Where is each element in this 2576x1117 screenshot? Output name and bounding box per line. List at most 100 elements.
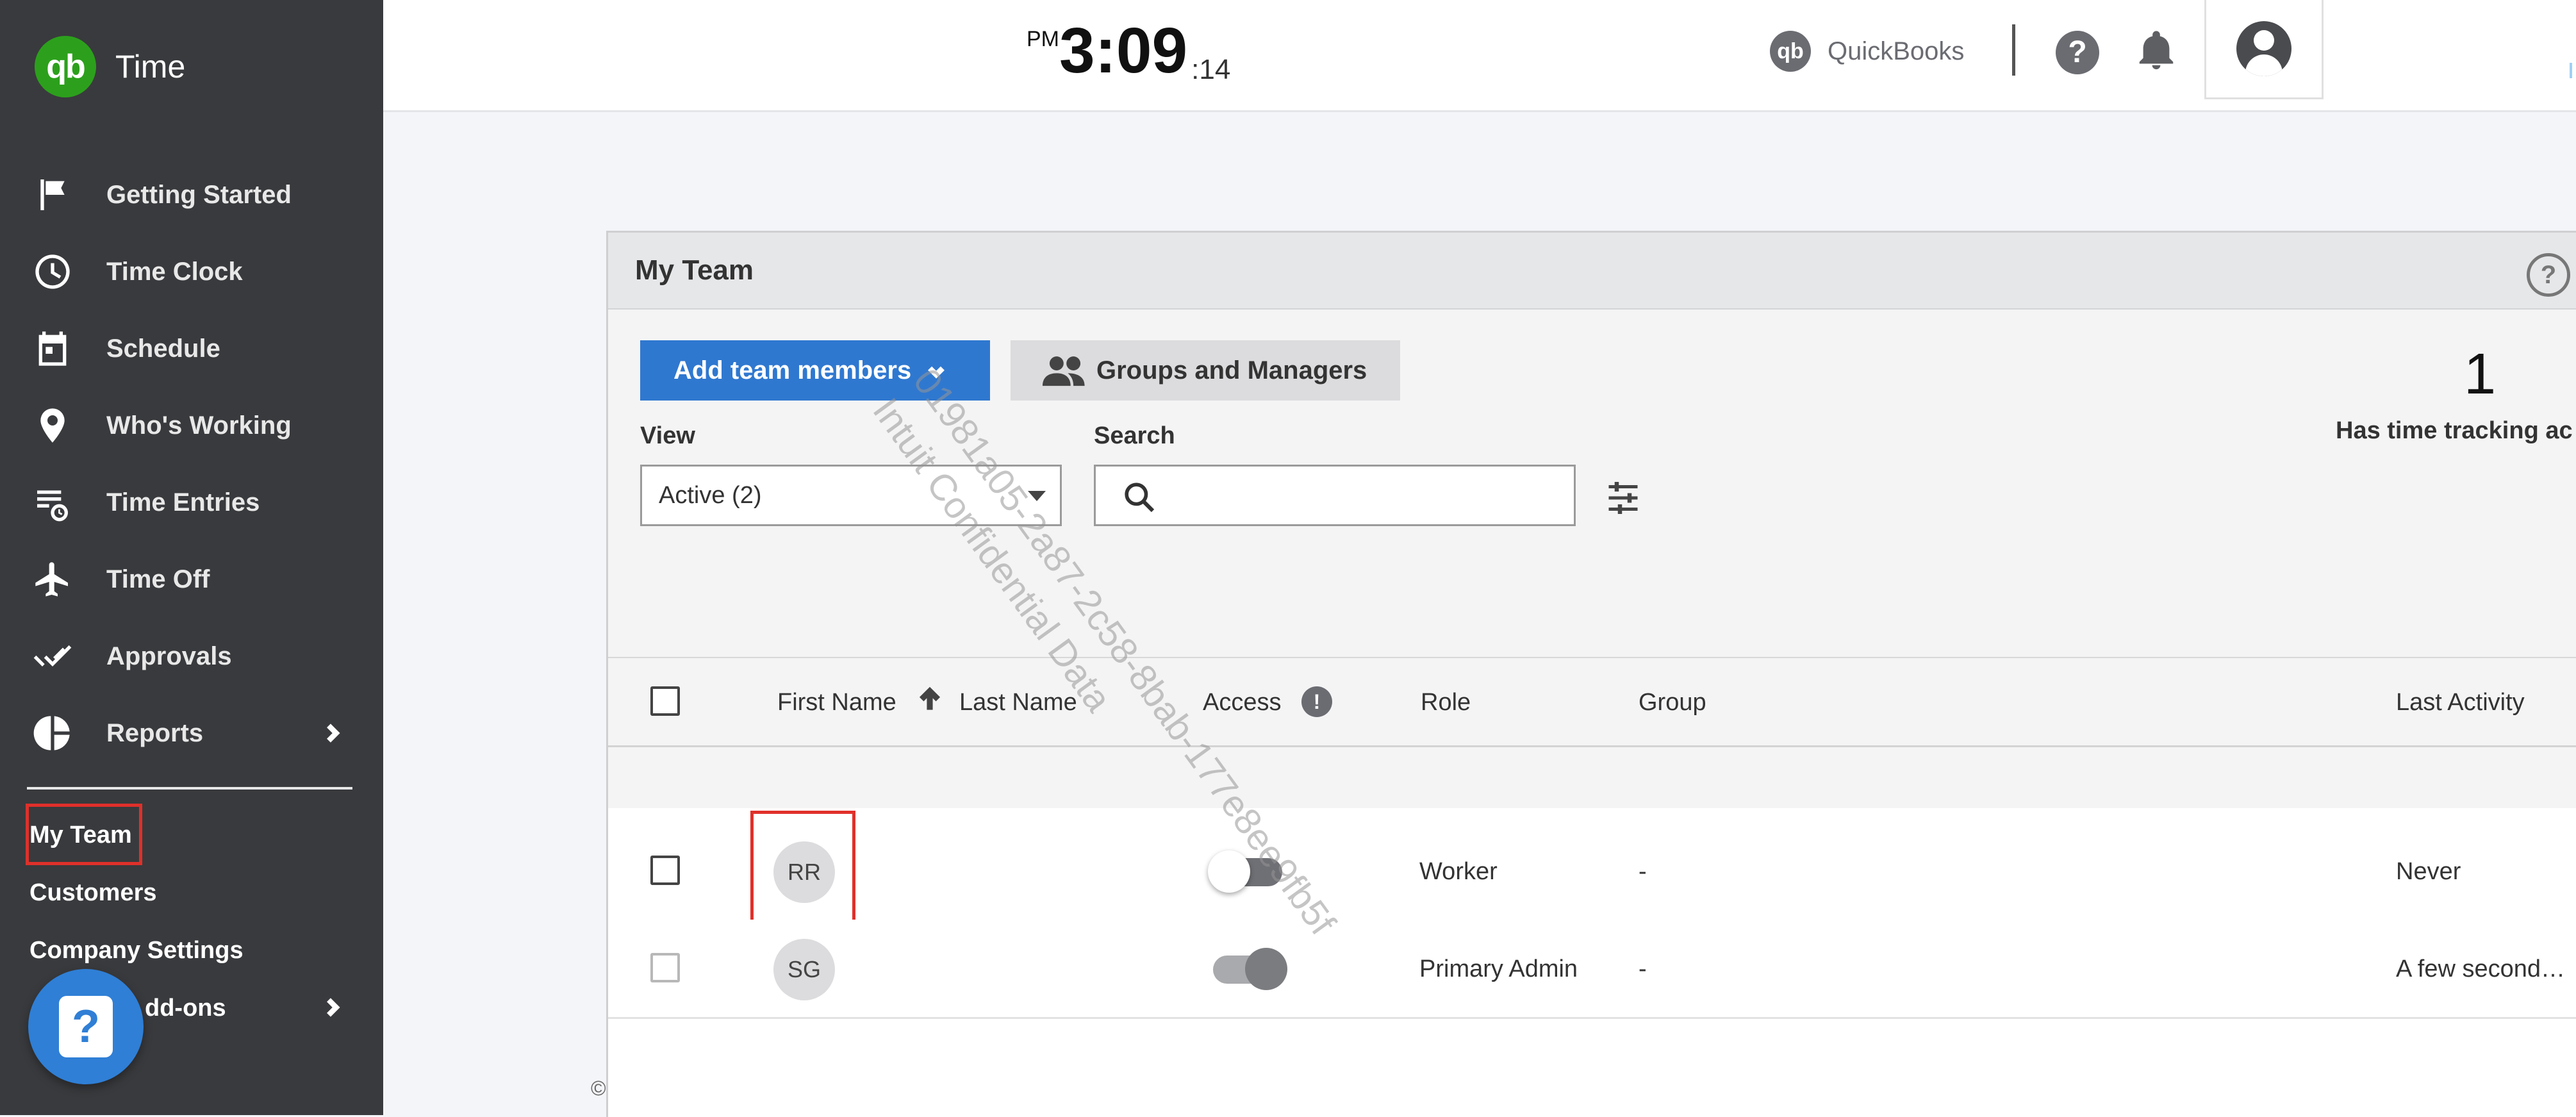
search-icon <box>1121 479 1157 515</box>
column-first-name[interactable]: First Name <box>777 689 896 716</box>
sidebar-divider <box>27 787 352 790</box>
clock-icon <box>29 249 76 295</box>
sidebar-nav: Getting Started Time Clock Schedule Who'… <box>0 156 383 772</box>
table-row[interactable]: SG Primary Admin - A few second… <box>608 920 2576 1019</box>
select-all-checkbox[interactable] <box>650 686 680 716</box>
quickbooks-logo-icon: qb <box>35 36 96 97</box>
quickbooks-logo-icon: qb <box>1770 31 1811 72</box>
column-group[interactable]: Group <box>1639 689 1706 716</box>
groups-and-managers-button[interactable]: Groups and Managers <box>1011 340 1400 401</box>
toggle-knob <box>1208 850 1250 893</box>
brand[interactable]: qb Time <box>35 36 185 97</box>
view-label: View <box>640 422 695 449</box>
sidebar-item-my-team[interactable]: My Team <box>29 822 132 849</box>
filter-sliders-icon[interactable] <box>1604 479 1642 517</box>
sidebar-item-label: Time Clock <box>106 257 243 286</box>
panel-header: My Team ? <box>608 233 2576 310</box>
sidebar-item-reports[interactable]: Reports <box>0 695 383 772</box>
avatar[interactable]: RR <box>773 841 835 903</box>
sidebar-item-label: Schedule <box>106 334 220 363</box>
flag-icon <box>29 172 76 218</box>
column-access: Access <box>1203 689 1282 716</box>
user-avatar-icon <box>2236 21 2291 76</box>
sidebar-item-schedule[interactable]: Schedule <box>0 310 383 387</box>
brand-name: Time <box>115 49 186 85</box>
sidebar-item-label: Time Off <box>106 565 210 593</box>
sidebar-item-company-settings[interactable]: Company Settings <box>29 937 244 964</box>
help-icon[interactable]: ? <box>2056 31 2099 74</box>
view-select[interactable]: Active (2) <box>640 465 1062 526</box>
group-cell: - <box>1639 858 1647 885</box>
sidebar-item-approvals[interactable]: Approvals <box>0 618 383 695</box>
access-toggle[interactable] <box>1213 948 1287 990</box>
sidebar-item-label: Reports <box>106 718 204 747</box>
sidebar-item-whos-working[interactable]: Who's Working <box>0 387 383 464</box>
my-team-panel: My Team ? Add team members Groups and Ma… <box>606 231 2576 1117</box>
help-question-icon: ? <box>59 996 113 1057</box>
sidebar-item-label: Time Entries <box>106 488 260 517</box>
groups-and-managers-label: Groups and Managers <box>1096 356 1367 385</box>
double-check-icon <box>29 633 76 679</box>
chevron-right-icon <box>319 720 345 746</box>
chevron-right-icon <box>319 995 345 1020</box>
bell-icon[interactable] <box>2134 28 2179 73</box>
header-edge-mark <box>2570 63 2572 78</box>
time-entries-icon <box>29 479 76 525</box>
sidebar-item-time-clock[interactable]: Time Clock <box>0 233 383 310</box>
location-pin-icon <box>29 402 76 449</box>
sidebar-item-getting-started[interactable]: Getting Started <box>0 156 383 233</box>
time-tracking-count: 1 <box>2464 342 2497 406</box>
column-role[interactable]: Role <box>1421 689 1471 716</box>
access-toggle[interactable] <box>1208 850 1282 893</box>
caret-down-icon <box>1028 491 1046 501</box>
sidebar-item-label: Approvals <box>106 641 232 670</box>
avatar[interactable]: SG <box>773 939 835 1000</box>
row-checkbox[interactable] <box>650 856 680 885</box>
people-icon <box>1043 354 1087 387</box>
user-menu-button[interactable] <box>2204 0 2324 99</box>
clock-seconds: :14 <box>1191 54 1231 85</box>
group-cell: - <box>1639 956 1647 982</box>
column-last-activity[interactable]: Last Activity <box>2396 689 2525 716</box>
quickbooks-link[interactable]: qb QuickBooks <box>1770 31 1964 72</box>
calendar-icon <box>29 326 76 372</box>
add-team-members-label: Add team members <box>673 356 912 385</box>
sidebar-item-customers[interactable]: Customers <box>29 879 157 907</box>
clock-ampm: PM <box>1027 27 1059 51</box>
clock-time: 3:09 <box>1059 15 1188 87</box>
sort-ascending-icon[interactable] <box>916 686 944 715</box>
info-icon[interactable]: ! <box>1301 686 1332 717</box>
sidebar: qb Time Getting Started Time Clock Sched… <box>0 0 383 1115</box>
copyright-text: © <box>591 1077 606 1100</box>
role-cell: Worker <box>1419 858 1498 885</box>
pie-chart-icon <box>29 710 76 756</box>
column-last-name[interactable]: Last Name <box>959 689 1077 716</box>
quickbooks-label: QuickBooks <box>1828 37 1965 65</box>
role-cell: Primary Admin <box>1419 956 1578 982</box>
table-header: First Name Last Name Access ! Role Group… <box>608 657 2576 747</box>
chevron-down-icon <box>925 360 947 381</box>
clock-display: PM 3:09 :14 <box>1027 15 1230 86</box>
view-select-value: Active (2) <box>659 482 762 509</box>
table-row[interactable]: RR Worker - Never <box>608 811 2576 925</box>
header-divider <box>2012 24 2015 76</box>
search-label: Search <box>1094 422 1175 449</box>
row-checkbox[interactable] <box>650 953 680 982</box>
search-input[interactable] <box>1094 465 1576 526</box>
time-tracking-label: Has time tracking ac <box>2336 417 2573 444</box>
airplane-icon <box>29 556 76 602</box>
sidebar-item-label: Who's Working <box>106 411 292 440</box>
panel-toolbar: Add team members Groups and Managers Vie… <box>608 310 2576 808</box>
help-chat-button[interactable]: ? <box>28 969 144 1084</box>
sidebar-item-time-off[interactable]: Time Off <box>0 541 383 618</box>
page-title: My Team <box>635 254 754 286</box>
toggle-knob <box>1245 948 1287 990</box>
add-team-members-button[interactable]: Add team members <box>640 340 990 401</box>
panel-help-icon[interactable]: ? <box>2527 253 2570 297</box>
top-header: PM 3:09 :14 qb QuickBooks ? <box>383 0 2576 112</box>
sidebar-item-label: Getting Started <box>106 180 292 209</box>
sidebar-item-add-ons[interactable]: dd-ons <box>145 995 226 1022</box>
sidebar-item-time-entries[interactable]: Time Entries <box>0 464 383 541</box>
last-activity-cell: Never <box>2396 858 2461 885</box>
last-activity-cell: A few second… <box>2396 956 2566 982</box>
